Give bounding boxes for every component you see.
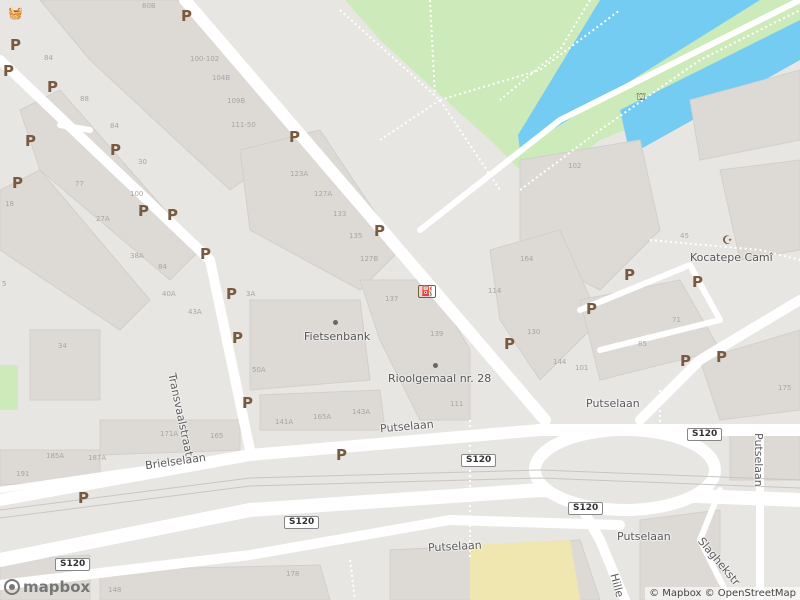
parking-icon: P <box>47 78 58 96</box>
park-area-small <box>0 365 18 410</box>
map-canvas[interactable]: Transvaalstraat Brielselaan Putselaan Pu… <box>0 0 800 600</box>
parking-icon: P <box>3 62 14 80</box>
parking-icon: P <box>226 285 237 303</box>
parking-icon: P <box>167 206 178 224</box>
route-shield-s120: S120 <box>568 502 604 515</box>
route-shield-s120: S120 <box>687 428 723 441</box>
parking-icon: P <box>336 446 347 464</box>
parking-icon: P <box>138 202 149 220</box>
route-shield-s120: S120 <box>284 516 320 529</box>
parking-icon: P <box>200 245 211 263</box>
sand-area <box>470 540 580 600</box>
roundabout <box>529 424 721 516</box>
route-shield-s120: S120 <box>55 558 91 571</box>
parking-icon: P <box>624 266 635 284</box>
parking-icon: P <box>374 222 385 240</box>
parking-icon: P <box>692 273 703 291</box>
parking-icon: P <box>10 36 21 54</box>
fietsenbank-dot <box>333 320 338 325</box>
mapbox-logo-icon <box>4 579 20 595</box>
fuel-icon: ⛽ <box>418 285 437 298</box>
parking-icon: P <box>716 348 727 366</box>
bridge-icon: ⛫ <box>636 90 647 103</box>
parking-icon: P <box>242 394 253 412</box>
mosque-icon: ☪ <box>722 233 733 247</box>
parking-icon: P <box>12 174 23 192</box>
route-shield-s120: S120 <box>461 454 497 467</box>
parking-icon: P <box>289 128 300 146</box>
parking-icon: P <box>181 7 192 25</box>
rioolgemaal-dot <box>433 363 438 368</box>
parking-icon: P <box>680 352 691 370</box>
map-base-layer <box>0 0 800 600</box>
map-attribution[interactable]: © Mapbox © OpenStreetMap <box>645 587 800 600</box>
parking-icon: P <box>232 329 243 347</box>
parking-icon: P <box>504 335 515 353</box>
mapbox-logo-text: mapbox <box>23 578 91 596</box>
shop-icon: 🧺 <box>8 6 23 20</box>
parking-icon: P <box>25 132 36 150</box>
mapbox-logo[interactable]: mapbox <box>4 578 90 596</box>
parking-icon: P <box>110 141 121 159</box>
parking-icon: P <box>78 489 89 507</box>
parking-icon: P <box>586 300 597 318</box>
